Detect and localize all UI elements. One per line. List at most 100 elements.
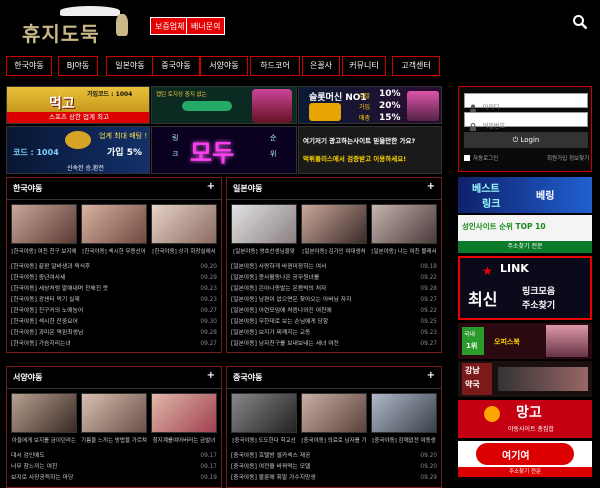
list-item[interactable]: [한국야동] 끝판 알바생과 찍식후 09.20: [11, 262, 217, 272]
video-thumbnail[interactable]: [11, 393, 77, 433]
video-caption[interactable]: [한국야동] 섹시한 무용선어: [79, 247, 149, 255]
nav-japanese[interactable]: 일본야동: [106, 56, 154, 76]
video-caption[interactable]: 기름을 느끼는 방법을 가르쳐: [79, 436, 149, 444]
search-icon[interactable]: [572, 14, 588, 30]
video-caption[interactable]: [한국야동] 여친 친구 보지에: [9, 247, 79, 255]
nav-bj[interactable]: BJ야동: [58, 56, 98, 76]
section-title: 서양야동: [13, 373, 43, 382]
list-item[interactable]: [한국야동] 광센터 먹기 실제 09.23: [11, 295, 217, 305]
section-japanese: 일본야동 + [일본야동] 영호선생님을맞 [일본야동] 김가인 여대생처 [일본…: [226, 177, 442, 353]
ad-mango[interactable]: 망고 야동사이트 총집합: [458, 400, 592, 438]
list-item[interactable]: [일본야동] 사랑하게 바뀐미장하는 여서 09.18: [231, 262, 437, 272]
more-button[interactable]: +: [427, 181, 435, 192]
video-thumbnail[interactable]: [371, 393, 437, 433]
ad-best-link[interactable]: 베스트 링크 베링: [458, 177, 592, 213]
nav-support[interactable]: 고객센터: [392, 56, 440, 76]
video-thumbnail[interactable]: [231, 393, 297, 433]
banner-police-line2: 먹튀폴리스에서 검증받고 이용하세요!: [303, 155, 407, 163]
video-thumbnail[interactable]: [81, 393, 147, 433]
user-icon: [469, 97, 477, 112]
video-caption[interactable]: [일본야동] 김가인 여대생처: [299, 247, 369, 255]
banner-slot-word-3: 매충: [359, 115, 371, 122]
banner-modoo[interactable]: 링 크 모두 순 위: [151, 126, 297, 174]
list-item[interactable]: [한국야동] 진구커의 노에놈어 09.27: [11, 306, 217, 316]
nav-photos[interactable]: 은꼴사: [302, 56, 340, 76]
video-thumbnail[interactable]: [371, 204, 437, 244]
video-thumbnail[interactable]: [151, 393, 217, 433]
list-item[interactable]: 대서 검인에도 09.17: [11, 451, 217, 461]
video-thumbnail[interactable]: [151, 204, 217, 244]
video-caption[interactable]: [일본야동] 영호선생님을맞: [229, 247, 299, 255]
banner-chips: [182, 101, 232, 111]
list-item[interactable]: [한국야동] 과미운 역핀최생님 09.28: [11, 328, 217, 338]
ad-text: 망고: [516, 405, 542, 421]
video-caption[interactable]: [중국야동] 의료로 남자를 기: [299, 436, 369, 444]
banner-betting[interactable]: 코드 : 1004 업계 최대 배팅 ! 가입 5% 신속한 승,환전: [6, 126, 150, 174]
section-western: 서양야동 + 아들에게 보지를 금이던라는 기름을 느끼는 방법을 가르쳐 참지계…: [6, 366, 222, 488]
section-title: 일본야동: [233, 184, 263, 193]
nav-community[interactable]: 커뮤니티: [342, 56, 386, 76]
ad-ranking[interactable]: 성인사이트 순위 TOP 10 주소찾기 전문: [458, 215, 592, 253]
list-item[interactable]: [일본야동] 봉사활동나온 공무원녀를 09.22: [231, 273, 437, 283]
signup-link[interactable]: 회원가입: [547, 154, 567, 162]
video-caption[interactable]: [중국야동] 잠깨없전 여동생: [369, 436, 439, 444]
list-item[interactable]: [중국야동] 호텔방 셀카섹스 제공 09.20: [231, 451, 437, 461]
guarantee-button[interactable]: 보증업체: [150, 17, 190, 35]
more-button[interactable]: +: [427, 370, 435, 381]
banner-slot[interactable]: 슬롯머신 NO1 주말 가입 매충 10% 20% 15%: [298, 86, 442, 124]
video-caption[interactable]: [한국야동] 상가 화장실에서: [149, 247, 219, 255]
video-thumbnail[interactable]: [11, 204, 77, 244]
banner-inquiry-button[interactable]: 배너문의: [186, 17, 226, 35]
list-item[interactable]: [한국야동] 섹시한 잔중요어 09.30: [11, 317, 217, 327]
list-item[interactable]: [일본야동] 보지가 찌께지는 교동 09.23: [231, 328, 437, 338]
video-thumbnail[interactable]: [231, 204, 297, 244]
nav-western[interactable]: 서양야동: [200, 56, 248, 76]
video-caption[interactable]: 아들에게 보지를 금이던라는: [9, 436, 79, 444]
more-button[interactable]: +: [207, 181, 215, 192]
video-thumbnail[interactable]: [81, 204, 147, 244]
list-item[interactable]: [일본야동] 남편이 없으면은 찾아오는 아버님 자지 09.27: [231, 295, 437, 305]
nav-korean[interactable]: 한국야동: [6, 56, 52, 76]
find-info-link[interactable]: 정보찾기: [569, 154, 589, 162]
banner-casino[interactable]: 캡틴 토지상 중지 없는: [151, 86, 297, 124]
nav-chinese[interactable]: 중국야동: [152, 56, 200, 76]
list-item[interactable]: [한국야동] 중년여사세 09.29: [11, 273, 217, 283]
trophy-icon: [65, 131, 91, 149]
ad-image: [498, 367, 588, 391]
list-item[interactable]: [중국야동] 불륜에 휘말 가수지망생 09.29: [231, 473, 437, 483]
list-item[interactable]: [중국야동] 여전을 바꿔먹는 모델 09.20: [231, 462, 437, 472]
list-item[interactable]: [한국야동] 세상처럼 말애내며 잔해진 뜻 09.23: [11, 284, 217, 294]
list-item[interactable]: 너무 참느끼는 여친 09.17: [11, 462, 217, 472]
remember-checkbox[interactable]: [464, 155, 470, 161]
list-item[interactable]: 보지로 사장공득하는 마당 09.19: [11, 473, 217, 483]
ad-text: 주소찾기 전문: [458, 467, 592, 477]
login-box: ⏻ Login 자동로그인 회원가입 정보찾기: [458, 86, 592, 172]
pw-field-wrap: [464, 112, 588, 134]
video-caption[interactable]: [중국야동] 도도한다 학교선: [229, 436, 299, 444]
banner-casino-text: 캡틴 토지상 중지 없는: [156, 92, 207, 98]
ad-text: 야동사이트 총집합: [508, 426, 555, 433]
banner-code: 가입코드 : 1004: [87, 91, 133, 98]
banner-betting-right: 가입 5%: [107, 148, 142, 158]
ad-office[interactable]: 국내 1위 오피스북: [458, 323, 592, 359]
banner-police[interactable]: 여기저기 광고하는사이트 믿을만한 가요? 먹튀폴리스에서 검증받고 이용하세요…: [298, 126, 442, 174]
video-thumbnail[interactable]: [301, 204, 367, 244]
list-item[interactable]: [일본야동] 은아나동발는 온몸박의 처자 09.28: [231, 284, 437, 294]
page: 휴지도둑 보증업체 배너문의 한국야동 BJ야동 일본야동 중국야동 서양야동 …: [0, 0, 600, 488]
nav-hardcore[interactable]: 하드코어: [250, 56, 300, 76]
list-item[interactable]: [일본야동] 남자친구를 보내보내는 세녀 여전 09.27: [231, 339, 437, 349]
login-button[interactable]: ⏻ Login: [464, 132, 588, 148]
video-caption[interactable]: 참지계를여어버러는 금발녀: [149, 436, 219, 444]
banner-sports[interactable]: 가입코드 : 1004 먹고 스포츠 상한 업계 최고: [6, 86, 150, 124]
more-button[interactable]: +: [207, 370, 215, 381]
video-caption[interactable]: [일본야동] 나는 여친 몰래서: [369, 247, 439, 255]
ad-link-latest[interactable]: LINK ★ 최신 링크모음 주소찾기: [458, 256, 592, 320]
ad-yeogiyeo[interactable]: 여기여 주소찾기 전문: [458, 441, 592, 477]
ad-text: LINK: [500, 262, 529, 275]
list-item[interactable]: [일본야동] 무한데로 보는 손님에게 당항 09.25: [231, 317, 437, 327]
site-logo[interactable]: 휴지도둑: [22, 6, 132, 46]
list-item[interactable]: [일본야동] 아련모임에 처음나와진 여친에 09.22: [231, 306, 437, 316]
list-item[interactable]: [한국야동] 가슴지리는녀 09.27: [11, 339, 217, 349]
video-thumbnail[interactable]: [301, 393, 367, 433]
ad-pharmacy[interactable]: 강남 약국: [458, 361, 592, 397]
